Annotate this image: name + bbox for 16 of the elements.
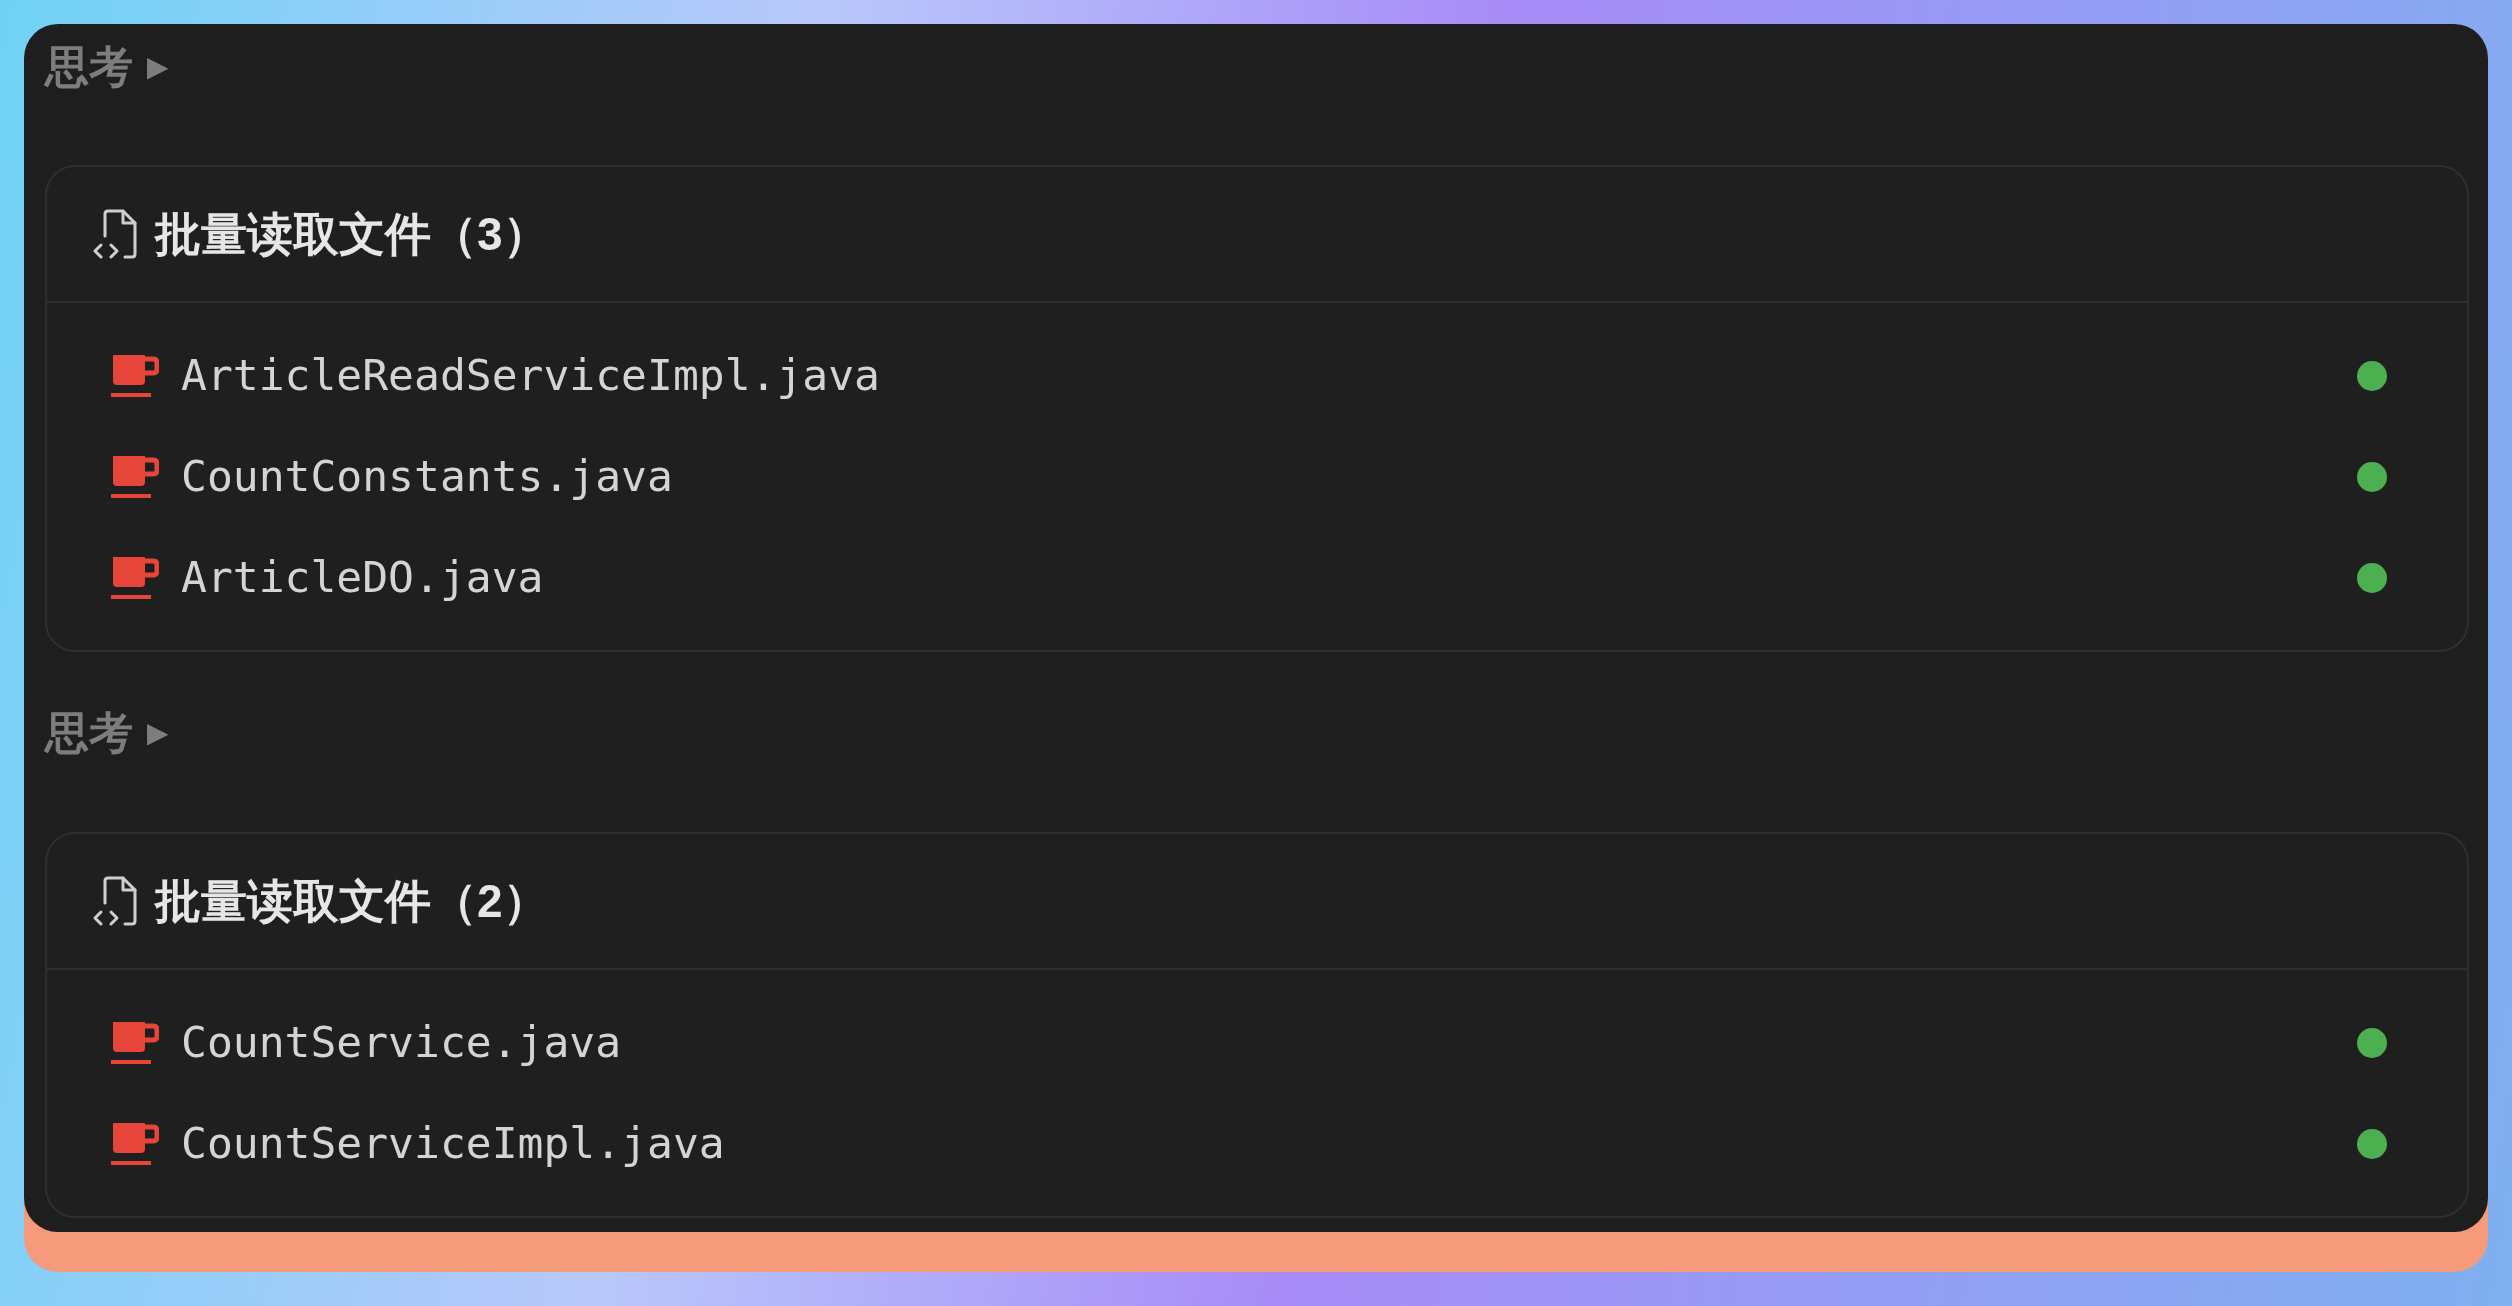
coffee-cup-icon (109, 1120, 159, 1167)
coffee-cup-icon (109, 352, 159, 399)
expand-toggle[interactable]: ▶ (147, 52, 169, 82)
coffee-cup-icon (109, 1019, 159, 1066)
file-name: CountConstants.java (181, 450, 673, 504)
thinking-label: 思考 (45, 710, 133, 756)
expand-toggle[interactable]: ▶ (147, 718, 169, 748)
file-name: CountService.java (181, 1016, 622, 1070)
coffee-cup-icon (109, 554, 159, 601)
card-title: 批量读取文件（3） (155, 206, 549, 262)
thinking-label: 思考 (45, 44, 133, 90)
file-name: ArticleReadServiceImpl.java (181, 349, 880, 403)
file-name: ArticleDO.java (181, 551, 544, 605)
file-name: CountServiceImpl.java (181, 1117, 725, 1171)
card-title: 批量读取文件（2） (155, 873, 549, 929)
coffee-cup-icon (109, 453, 159, 500)
